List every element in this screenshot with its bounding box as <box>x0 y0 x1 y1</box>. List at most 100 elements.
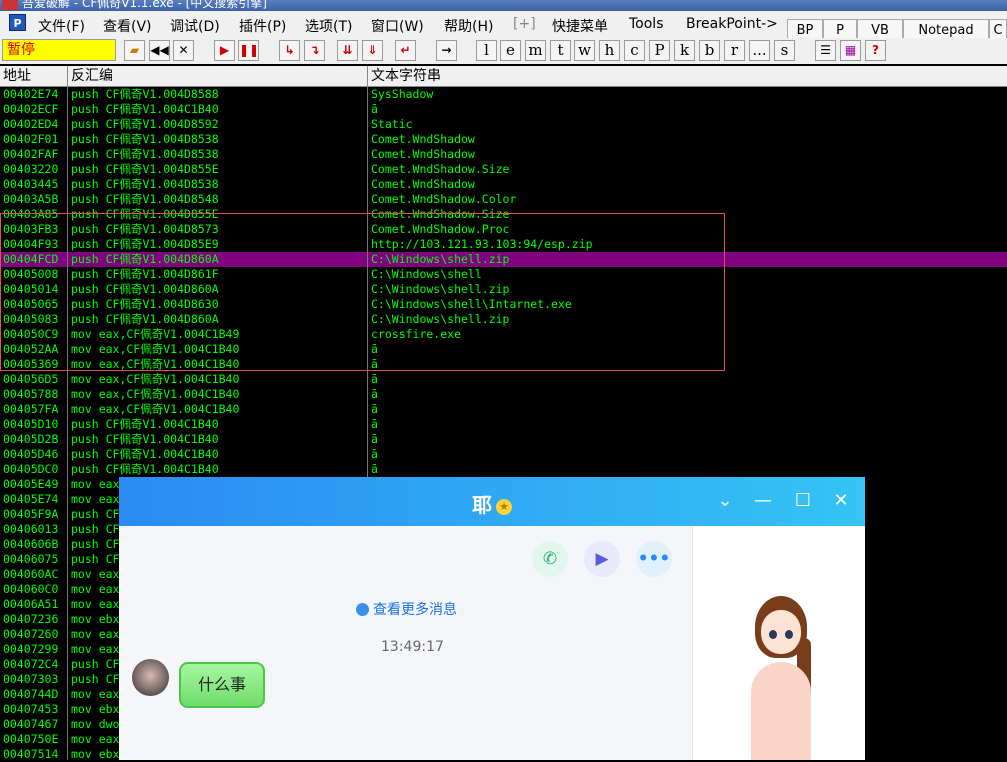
row-disassembly: mov eax <box>71 477 120 491</box>
row-text-string: ā <box>371 462 378 476</box>
row-disassembly: mov eax,CF佩奇V1.004C1B40 <box>71 372 240 386</box>
table-row[interactable]: 004056D5 mov eax,CF佩奇V1.004C1B40 ā <box>0 372 1007 387</box>
menu-window[interactable]: 窗口(W) <box>371 16 424 36</box>
help-icon[interactable]: ? <box>865 40 886 61</box>
table-row[interactable]: 00405D46 push CF佩奇V1.004C1B40 ā <box>0 447 1007 462</box>
tb-threads[interactable]: t <box>550 40 571 61</box>
table-row[interactable]: 00405788 mov eax,CF佩奇V1.004C1B40 ā <box>0 387 1007 402</box>
tb-cpu[interactable]: c <box>624 40 645 61</box>
trace-into-icon[interactable]: ⇊ <box>337 40 358 61</box>
row-address: 00403A5B <box>3 192 59 206</box>
window-title: 吾爱破解 - CF佩奇V1.1.exe - [中文搜索引擎] <box>22 0 267 10</box>
open-folder-icon[interactable]: ▰ <box>124 40 145 61</box>
row-address: 00402ED4 <box>3 117 59 131</box>
rewind-icon[interactable]: ◀◀ <box>149 40 170 61</box>
menu-file[interactable]: 文件(F) <box>38 16 85 36</box>
window-title-bar: 吾爱破解 - CF佩奇V1.1.exe - [中文搜索引擎] <box>0 0 1007 11</box>
row-address: 0040750E <box>3 732 59 746</box>
video-call-icon[interactable]: ▶ <box>584 541 620 577</box>
list-icon[interactable]: ☰ <box>815 40 836 61</box>
row-text-string: Comet.WndShadow.Color <box>371 192 517 206</box>
table-row[interactable]: 00403A5B push CF佩奇V1.004D8548 Comet.WndSha… <box>0 192 1007 207</box>
star-badge-icon: ★ <box>496 498 512 515</box>
tb-handles[interactable]: h <box>599 40 620 61</box>
row-disassembly: push CF佩奇V1.004D855E <box>71 162 219 176</box>
row-disassembly: push CF佩奇V1.004D8592 <box>71 117 219 131</box>
chevron-down-icon[interactable]: ⌄ <box>713 489 737 513</box>
column-header: 地址 反汇编 文本字符串 <box>0 66 1007 87</box>
close-icon[interactable]: ✕ <box>173 40 194 61</box>
more-options-icon[interactable]: ••• <box>636 541 672 577</box>
table-row[interactable]: 00405DC0 push CF佩奇V1.004C1B40 ā <box>0 462 1007 477</box>
menu-plugins[interactable]: 插件(P) <box>239 16 286 36</box>
row-disassembly: mov eax <box>71 582 120 596</box>
message-timestamp: 13:49:17 <box>381 639 444 655</box>
menu-debug[interactable]: 调试(D) <box>170 16 220 36</box>
tb-breakpoints[interactable]: b <box>699 40 720 61</box>
goto-icon[interactable]: → <box>436 40 457 61</box>
step-over-icon[interactable]: ↴ <box>304 40 325 61</box>
row-text-string: SysShadow <box>371 87 434 101</box>
highlight-annotation-box <box>0 213 725 371</box>
grid-icon[interactable]: ▦ <box>840 40 861 61</box>
table-row[interactable]: 00405D10 push CF佩奇V1.004C1B40 ā <box>0 417 1007 432</box>
chat-header: 耶 ★ ⌄ — ☐ ✕ <box>119 477 865 526</box>
menu-quick[interactable]: 快捷菜单 <box>552 16 608 36</box>
avatar[interactable] <box>132 659 169 696</box>
row-disassembly: push CF佩奇V1.004D8538 <box>71 132 219 146</box>
row-disassembly: mov ebx <box>71 702 120 716</box>
row-disassembly: mov eax,CF佩奇V1.004C1B40 <box>71 402 240 416</box>
table-row[interactable]: 004057FA mov eax,CF佩奇V1.004C1B40 ā <box>0 402 1007 417</box>
voice-call-icon[interactable]: ✆ <box>532 541 568 577</box>
menu-help[interactable]: 帮助(H) <box>444 16 493 36</box>
menu-view[interactable]: 查看(V) <box>103 16 152 36</box>
toolbar: 暂停 ▰ ◀◀ ✕ ▶ ❚❚ ↳ ↴ ⇊ ⇓ ↵ → l e m t w h c… <box>0 38 1007 64</box>
tb-executable[interactable]: e <box>500 40 521 61</box>
menu-breakpoint[interactable]: BreakPoint-> <box>686 16 778 32</box>
step-into-icon[interactable]: ↳ <box>279 40 300 61</box>
run-icon[interactable]: ▶ <box>214 40 235 61</box>
row-address: 0040606B <box>3 537 59 551</box>
tb-patches[interactable]: P <box>649 40 670 61</box>
table-row[interactable]: 00402ECF push CF佩奇V1.004C1B40 ā <box>0 102 1007 117</box>
menu-options[interactable]: 选项(T) <box>305 16 352 36</box>
tb-windows[interactable]: w <box>574 40 595 61</box>
tb-log[interactable]: l <box>476 40 497 61</box>
menu-tools[interactable]: Tools <box>629 16 664 32</box>
row-disassembly: push CF佩奇V1.004D8588 <box>71 87 219 101</box>
table-row[interactable]: 00402FAF push CF佩奇V1.004D8538 Comet.WndSha… <box>0 147 1007 162</box>
row-disassembly: push CF佩奇V1.004C1B40 <box>71 447 219 461</box>
tb-references[interactable]: r <box>724 40 745 61</box>
table-row[interactable]: 00402E74 push CF佩奇V1.004D8588 SysShadow <box>0 87 1007 102</box>
app-p-icon[interactable]: P <box>9 14 26 31</box>
tb-run-trace[interactable]: ... <box>749 40 770 61</box>
row-address: 00405D10 <box>3 417 59 431</box>
trace-over-icon[interactable]: ⇓ <box>362 40 383 61</box>
maximize-icon[interactable]: ☐ <box>791 489 815 513</box>
table-row[interactable]: 00402ED4 push CF佩奇V1.004D8592 Static <box>0 117 1007 132</box>
tb-memory[interactable]: m <box>525 40 546 61</box>
tb-source[interactable]: s <box>774 40 795 61</box>
view-more-messages-link[interactable]: 查看更多消息 <box>356 599 457 619</box>
message-bubble[interactable]: 什么事 <box>179 662 265 708</box>
row-address: 00407303 <box>3 672 59 686</box>
chat-title: 耶 <box>472 493 492 517</box>
minimize-icon[interactable]: — <box>751 489 775 513</box>
tb-callstack[interactable]: k <box>674 40 695 61</box>
pause-icon[interactable]: ❚❚ <box>238 40 259 61</box>
menu-plus[interactable]: [+] <box>513 16 536 32</box>
row-text-string: Static <box>371 117 413 131</box>
row-address: 00403445 <box>3 177 59 191</box>
col-address[interactable]: 地址 <box>0 66 68 86</box>
row-disassembly: mov eax <box>71 492 120 506</box>
table-row[interactable]: 00402F01 push CF佩奇V1.004D8538 Comet.WndSha… <box>0 132 1007 147</box>
table-row[interactable]: 00403445 push CF佩奇V1.004D8538 Comet.WndSha… <box>0 177 1007 192</box>
row-address: 00402E74 <box>3 87 59 101</box>
table-row[interactable]: 00405D2B push CF佩奇V1.004C1B40 ā <box>0 432 1007 447</box>
col-text-string[interactable]: 文本字符串 <box>368 66 1007 86</box>
row-text-string: Comet.WndShadow <box>371 177 475 191</box>
close-icon[interactable]: ✕ <box>829 489 853 513</box>
execute-till-return-icon[interactable]: ↵ <box>395 40 416 61</box>
table-row[interactable]: 00403220 push CF佩奇V1.004D855E Comet.WndSha… <box>0 162 1007 177</box>
col-disassembly[interactable]: 反汇编 <box>68 66 368 86</box>
